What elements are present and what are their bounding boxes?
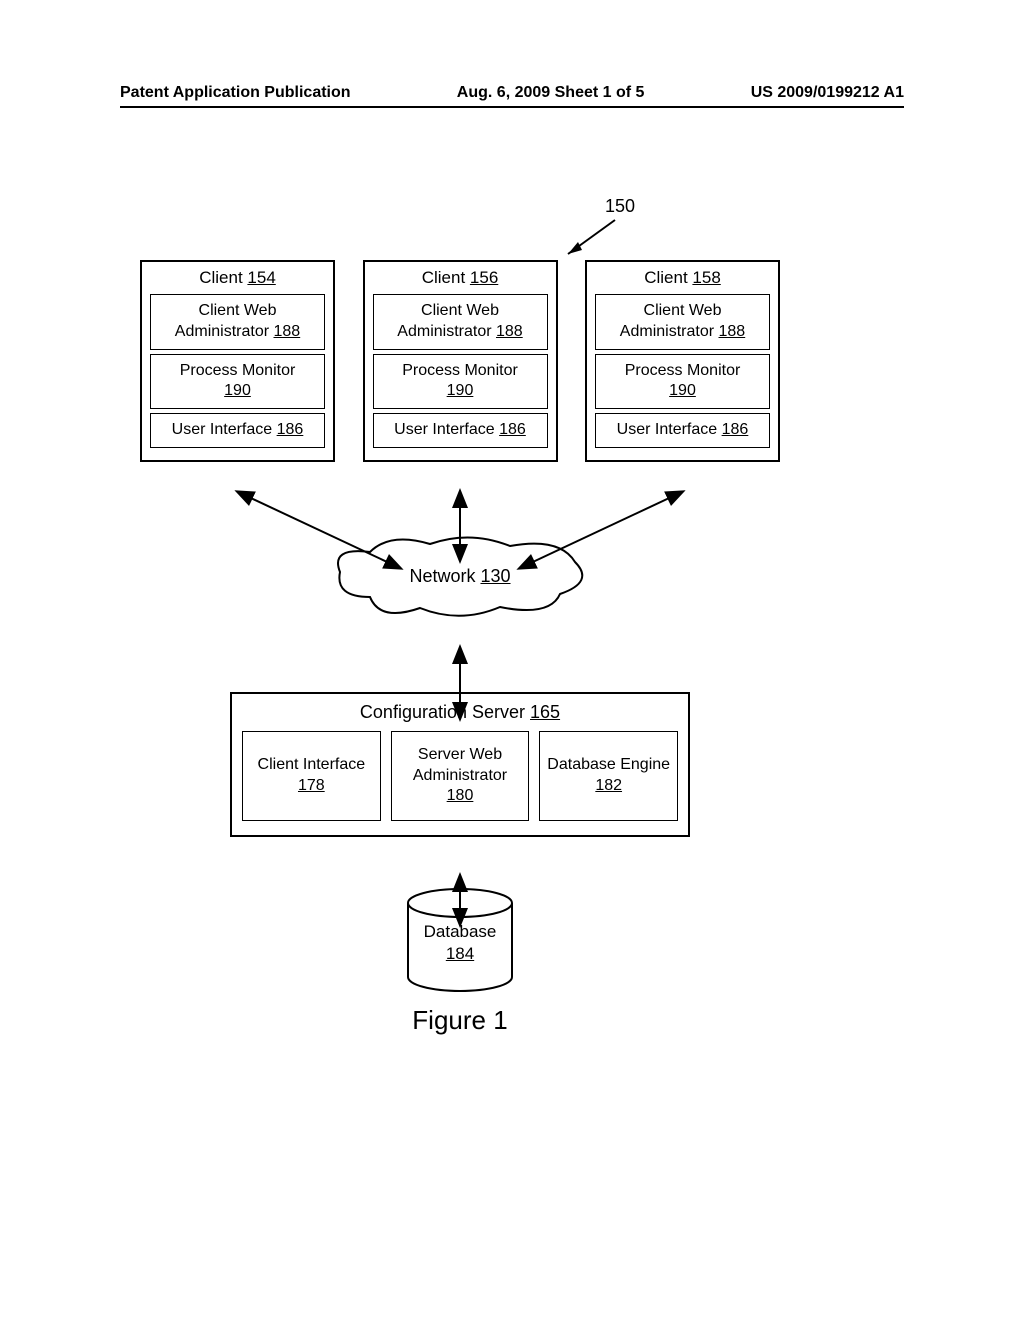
user-interface-box: User Interface 186 xyxy=(150,413,325,448)
patent-header: Patent Application Publication Aug. 6, 2… xyxy=(120,84,904,102)
client-box-158: Client 158 Client Web Administrator 188 … xyxy=(585,260,780,462)
client-title: Client 158 xyxy=(593,268,772,288)
db-engine-box: Database Engine 182 xyxy=(539,731,678,821)
database-cylinder: Database 184 xyxy=(400,887,520,997)
diagram-container: Client 154 Client Web Administrator 188 … xyxy=(140,260,780,1036)
server-row: Client Interface 178 Server Web Administ… xyxy=(242,731,678,821)
server-title: Configuration Server 165 xyxy=(242,702,678,723)
header-publication: Patent Application Publication xyxy=(120,84,351,102)
server-web-admin-box: Server Web Administrator 180 xyxy=(391,731,530,821)
network-cloud: Network 130 xyxy=(330,532,590,622)
figure-title: Figure 1 xyxy=(140,1005,780,1036)
user-interface-box: User Interface 186 xyxy=(373,413,548,448)
clients-row: Client 154 Client Web Administrator 188 … xyxy=(140,260,780,462)
ref-arrow-150 xyxy=(560,218,620,258)
process-monitor-box: Process Monitor190 xyxy=(595,354,770,410)
client-box-154: Client 154 Client Web Administrator 188 … xyxy=(140,260,335,462)
config-server-box: Configuration Server 165 Client Interfac… xyxy=(230,692,690,837)
client-web-admin-box: Client Web Administrator 188 xyxy=(595,294,770,350)
ref-label-150: 150 xyxy=(605,196,635,217)
database-label: Database 184 xyxy=(400,921,520,965)
header-divider xyxy=(120,106,904,108)
client-interface-box: Client Interface 178 xyxy=(242,731,381,821)
header-patent-number: US 2009/0199212 A1 xyxy=(751,84,904,102)
client-web-admin-box: Client Web Administrator 188 xyxy=(373,294,548,350)
client-title: Client 156 xyxy=(371,268,550,288)
process-monitor-box: Process Monitor190 xyxy=(373,354,548,410)
client-title: Client 154 xyxy=(148,268,327,288)
user-interface-box: User Interface 186 xyxy=(595,413,770,448)
client-box-156: Client 156 Client Web Administrator 188 … xyxy=(363,260,558,462)
header-date-sheet: Aug. 6, 2009 Sheet 1 of 5 xyxy=(457,84,645,102)
client-web-admin-box: Client Web Administrator 188 xyxy=(150,294,325,350)
process-monitor-box: Process Monitor190 xyxy=(150,354,325,410)
network-label: Network 130 xyxy=(330,566,590,587)
